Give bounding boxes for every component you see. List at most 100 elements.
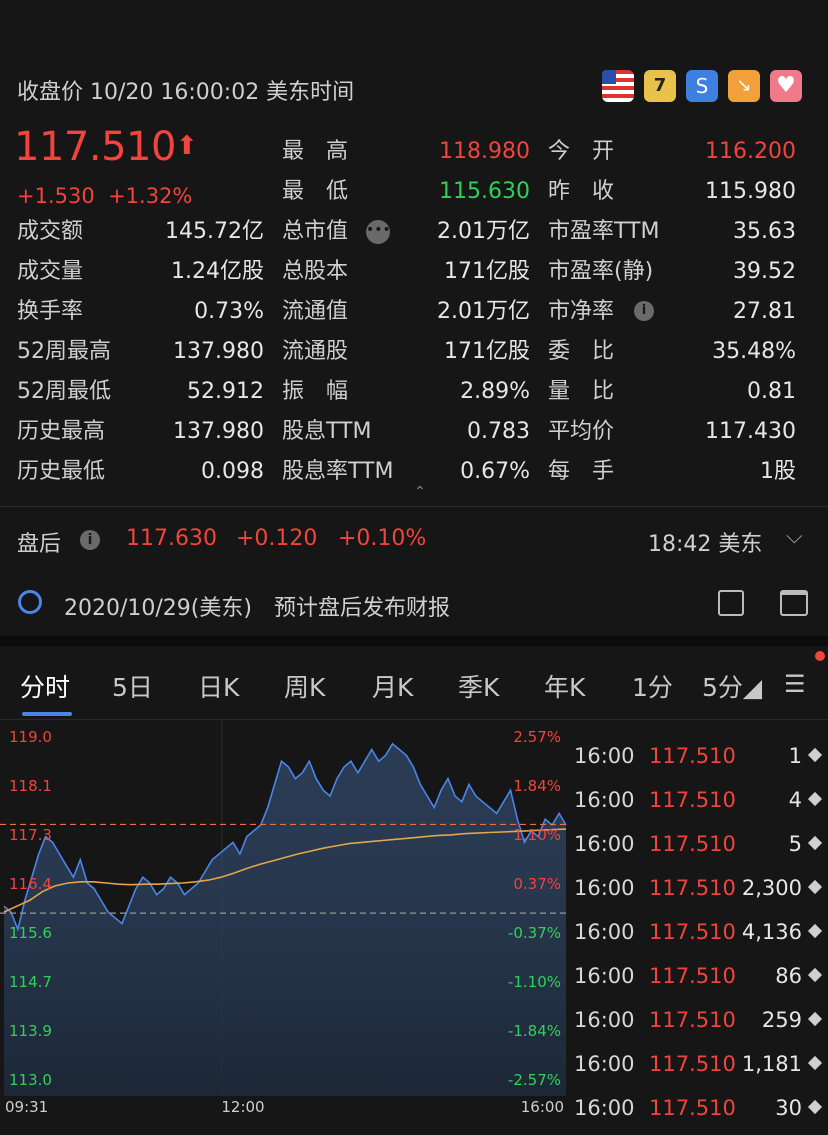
diamond-icon: [807, 1099, 823, 1115]
stat-label: 流通股: [282, 339, 349, 364]
chevron-down-icon[interactable]: ⌵: [786, 524, 803, 549]
trend-icon[interactable]: ↘: [728, 70, 760, 102]
stat-label: 最 低: [282, 179, 349, 204]
collapse-caret-icon[interactable]: ⌃: [414, 484, 426, 500]
after-hours-label: 盘后: [17, 532, 62, 557]
trade-time: 16:00: [574, 1096, 635, 1120]
y-tick-left: 114.7: [9, 973, 52, 991]
y-tick-right: -1.84%: [508, 1022, 561, 1040]
trade-time: 16:00: [574, 744, 635, 768]
stat-value: 2.01万亿: [437, 299, 530, 324]
stat-value: 0.73%: [194, 299, 264, 324]
trade-price: 117.510: [649, 1008, 736, 1032]
trade-time: 16:00: [574, 832, 635, 856]
trade-volume: 4,136: [741, 920, 802, 944]
tab-5[interactable]: 季K: [458, 668, 499, 704]
stat-label: 成交额: [17, 219, 84, 244]
diamond-icon: [807, 1055, 823, 1071]
tab-4[interactable]: 月K: [372, 668, 413, 704]
trade-row: 16:00 117.510 259: [574, 998, 824, 1042]
y-tick-right: 2.57%: [513, 728, 561, 746]
y-tick-left: 116.4: [9, 875, 52, 893]
trade-volume: 259: [761, 1008, 802, 1032]
up-arrow-icon: ⬆: [175, 131, 198, 161]
shield-icon[interactable]: S: [686, 70, 718, 102]
y-tick-right: -0.37%: [508, 924, 561, 942]
tab-3[interactable]: 周K: [284, 668, 325, 704]
stat-label: 历史最低: [17, 459, 106, 484]
trade-volume: 86: [775, 964, 802, 988]
favorite-heart-icon[interactable]: ♥: [770, 70, 802, 102]
tab-7[interactable]: 1分: [632, 668, 673, 704]
intraday-chart[interactable]: 119.0 2.57% 118.1 1.84% 117.3 1.10% 116.4 0.37%…: [0, 720, 568, 1115]
stat-label: 市盈率(静): [548, 259, 654, 284]
us-flag-icon[interactable]: [602, 70, 634, 102]
stat-value: 0.783: [467, 419, 530, 444]
trade-row: 16:00 117.510 86: [574, 954, 824, 998]
y-tick-left: 119.0: [9, 728, 52, 746]
stat-label: 平均价: [548, 419, 615, 444]
tab-2[interactable]: 日K: [198, 668, 239, 704]
stat-label: 52周最高: [17, 339, 111, 364]
rating-icon[interactable]: 7: [644, 70, 676, 102]
tab-6[interactable]: 年K: [544, 668, 585, 704]
chart-settings-icon[interactable]: ☰: [784, 670, 806, 698]
last-price: 117.510⬆: [14, 124, 198, 170]
x-tick-label: 16:00: [521, 1098, 564, 1115]
stat-value: 52.912: [187, 379, 264, 404]
tab-underline: [22, 712, 72, 716]
y-tick-left: 117.3: [9, 826, 52, 844]
trade-time: 16:00: [574, 964, 635, 988]
trade-volume: 5: [788, 832, 802, 856]
trade-price: 117.510: [649, 744, 736, 768]
trade-row: 16:00 117.510 5: [574, 822, 824, 866]
stat-label: 今 开: [548, 139, 615, 164]
y-tick-left: 115.6: [9, 924, 52, 942]
stat-value: 2.89%: [460, 379, 530, 404]
trade-row: 16:00 117.510 2,300: [574, 866, 824, 910]
diamond-icon: [807, 967, 823, 983]
tab-1[interactable]: 5日: [112, 668, 153, 704]
tab-8[interactable]: 5分◢: [702, 668, 762, 704]
diamond-icon: [807, 879, 823, 895]
stat-value: 171亿股: [444, 259, 530, 284]
stat-value: 1.24亿股: [171, 259, 264, 284]
trade-row: 16:00 117.510 30: [574, 1086, 824, 1130]
after-hours-change: +0.120: [236, 526, 318, 551]
after-hours-price: 117.630: [126, 526, 217, 551]
after-hours-time: 18:42 美东: [648, 532, 763, 557]
y-tick-right: -1.10%: [508, 973, 561, 991]
calendar-pie-icon: [18, 590, 42, 614]
info-icon[interactable]: i: [634, 301, 654, 321]
trade-volume: 1: [788, 744, 802, 768]
info-icon[interactable]: i: [80, 530, 100, 550]
add-calendar-icon[interactable]: [780, 590, 808, 616]
tab-0[interactable]: 分时: [20, 668, 70, 704]
trade-volume: 30: [775, 1096, 802, 1120]
stat-label: 流通值: [282, 299, 349, 324]
trade-price: 117.510: [649, 1096, 736, 1120]
stat-label: 市盈率TTM: [548, 219, 660, 244]
stat-label: 市净率: [548, 299, 615, 324]
trade-volume: 2,300: [741, 876, 802, 900]
trade-volume: 4: [788, 788, 802, 812]
more-icon[interactable]: •••: [366, 220, 391, 244]
stat-value: 35.48%: [712, 339, 796, 364]
x-tick-label: 09:31: [5, 1098, 48, 1115]
stat-value: 137.980: [173, 339, 264, 364]
stat-label: 振 幅: [282, 379, 349, 404]
stat-label: 每 手: [548, 459, 615, 484]
trade-price: 117.510: [649, 788, 736, 812]
trade-row: 16:00 117.510 4: [574, 778, 824, 822]
trade-time: 16:00: [574, 1008, 635, 1032]
y-tick-right: 0.37%: [513, 875, 561, 893]
diamond-icon: [807, 747, 823, 763]
y-tick-right: -2.57%: [508, 1071, 561, 1089]
earnings-event-text: 2020/10/29(美东) 预计盘后发布财报: [64, 596, 450, 621]
x-tick-label: 12:00: [221, 1098, 264, 1115]
share-icon[interactable]: [718, 590, 744, 616]
trade-row: 16:00 117.510 1: [574, 734, 824, 778]
stat-value: 1股: [760, 459, 796, 484]
price-change: +1.530 +1.32%: [17, 184, 193, 208]
trade-time: 16:00: [574, 920, 635, 944]
